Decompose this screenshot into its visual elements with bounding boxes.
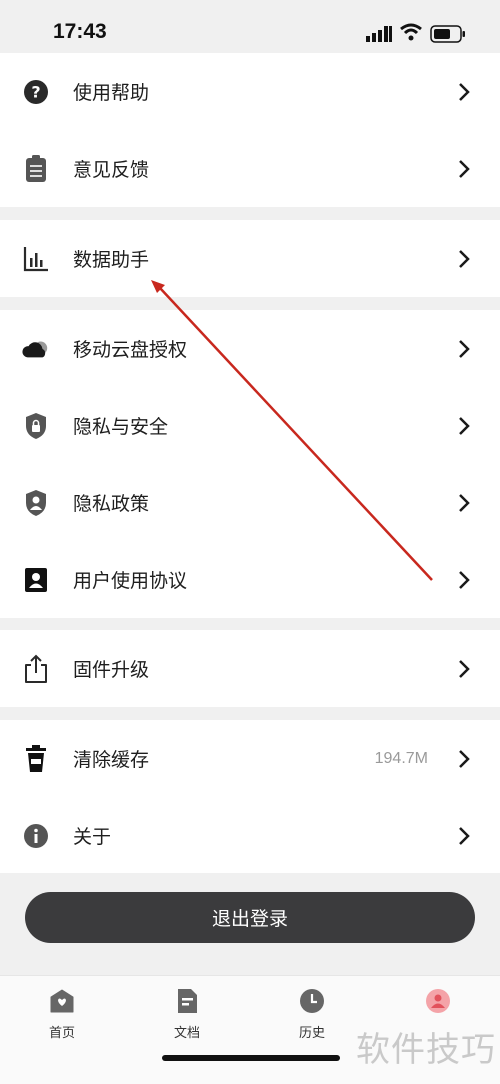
document-icon (178, 989, 197, 1013)
shield-lock-icon (22, 412, 50, 440)
tab-profile[interactable] (398, 988, 478, 1022)
menu-item-privacy-security[interactable]: 隐私与安全 (0, 387, 500, 464)
menu-item-data-assistant[interactable]: 数据助手 (0, 220, 500, 297)
tab-label: 文档 (173, 1026, 200, 1041)
trash-cup-icon (22, 744, 50, 773)
menu-item-label: 数据助手 (73, 249, 150, 271)
menu-item-label: 隐私与安全 (73, 416, 169, 438)
tab-label: 首页 (48, 1026, 75, 1041)
clock-icon (300, 989, 324, 1013)
menu-item-help[interactable]: ? 使用帮助 (0, 53, 500, 130)
menu-group-firmware: 固件升级 (0, 630, 500, 707)
logout-button[interactable]: 退出登录 (25, 892, 475, 943)
menu-group-privacy: 移动云盘授权 隐私与安全 隐私政策 用户使用协议 (0, 310, 500, 618)
svg-text:?: ? (31, 82, 40, 101)
tab-label: 历史 (298, 1026, 325, 1041)
menu-item-label: 使用帮助 (73, 82, 150, 104)
menu-item-label: 固件升级 (73, 659, 150, 681)
cellular-signal-icon (366, 26, 392, 42)
tab-history[interactable]: 历史 (272, 988, 352, 1041)
menu-item-user-agreement[interactable]: 用户使用协议 (0, 541, 500, 618)
shield-user-icon (22, 489, 50, 517)
menu-item-label: 关于 (73, 826, 112, 848)
status-time: 17:43 (53, 20, 107, 43)
chevron-right-icon (459, 339, 470, 358)
chevron-right-icon (459, 493, 470, 512)
watermark-text: 软件技巧 (356, 1030, 496, 1070)
menu-item-label: 意见反馈 (73, 159, 150, 181)
menu-item-label: 移动云盘授权 (73, 339, 188, 361)
chevron-right-icon (459, 416, 470, 435)
share-upload-icon (22, 654, 50, 683)
menu-item-label: 隐私政策 (73, 493, 150, 515)
info-circle-icon (22, 822, 50, 850)
logout-section: 退出登录 (0, 873, 500, 973)
menu-item-about[interactable]: 关于 (0, 797, 500, 874)
menu-group-help: ? 使用帮助 意见反馈 (0, 53, 500, 207)
tab-home[interactable]: 首页 (22, 988, 102, 1041)
chevron-right-icon (459, 159, 470, 178)
profile-icon (426, 989, 450, 1013)
help-circle-icon: ? (22, 78, 50, 106)
menu-group-cache: 清除缓存 194.7M 关于 (0, 720, 500, 874)
battery-icon (430, 25, 465, 43)
menu-item-feedback[interactable]: 意见反馈 (0, 130, 500, 207)
bar-chart-icon (22, 245, 50, 273)
chevron-right-icon (459, 570, 470, 589)
menu-item-label: 用户使用协议 (73, 570, 188, 592)
chevron-right-icon (459, 82, 470, 101)
wifi-icon (400, 23, 422, 41)
cloud-icon (22, 335, 50, 363)
menu-item-cloud-auth[interactable]: 移动云盘授权 (0, 310, 500, 387)
chevron-right-icon (459, 826, 470, 845)
menu-item-firmware-upgrade[interactable]: 固件升级 (0, 630, 500, 707)
cache-size-value: 194.7M (374, 749, 428, 767)
home-icon (50, 989, 74, 1013)
chevron-right-icon (459, 659, 470, 678)
menu-item-label: 清除缓存 (73, 749, 150, 771)
menu-group-data: 数据助手 (0, 220, 500, 297)
menu-item-clear-cache[interactable]: 清除缓存 194.7M (0, 720, 500, 797)
chevron-right-icon (459, 249, 470, 268)
tab-documents[interactable]: 文档 (147, 988, 227, 1041)
menu-item-privacy-policy[interactable]: 隐私政策 (0, 464, 500, 541)
user-card-icon (22, 566, 50, 594)
home-indicator (162, 1055, 340, 1061)
clipboard-icon (22, 154, 50, 183)
chevron-right-icon (459, 749, 470, 768)
